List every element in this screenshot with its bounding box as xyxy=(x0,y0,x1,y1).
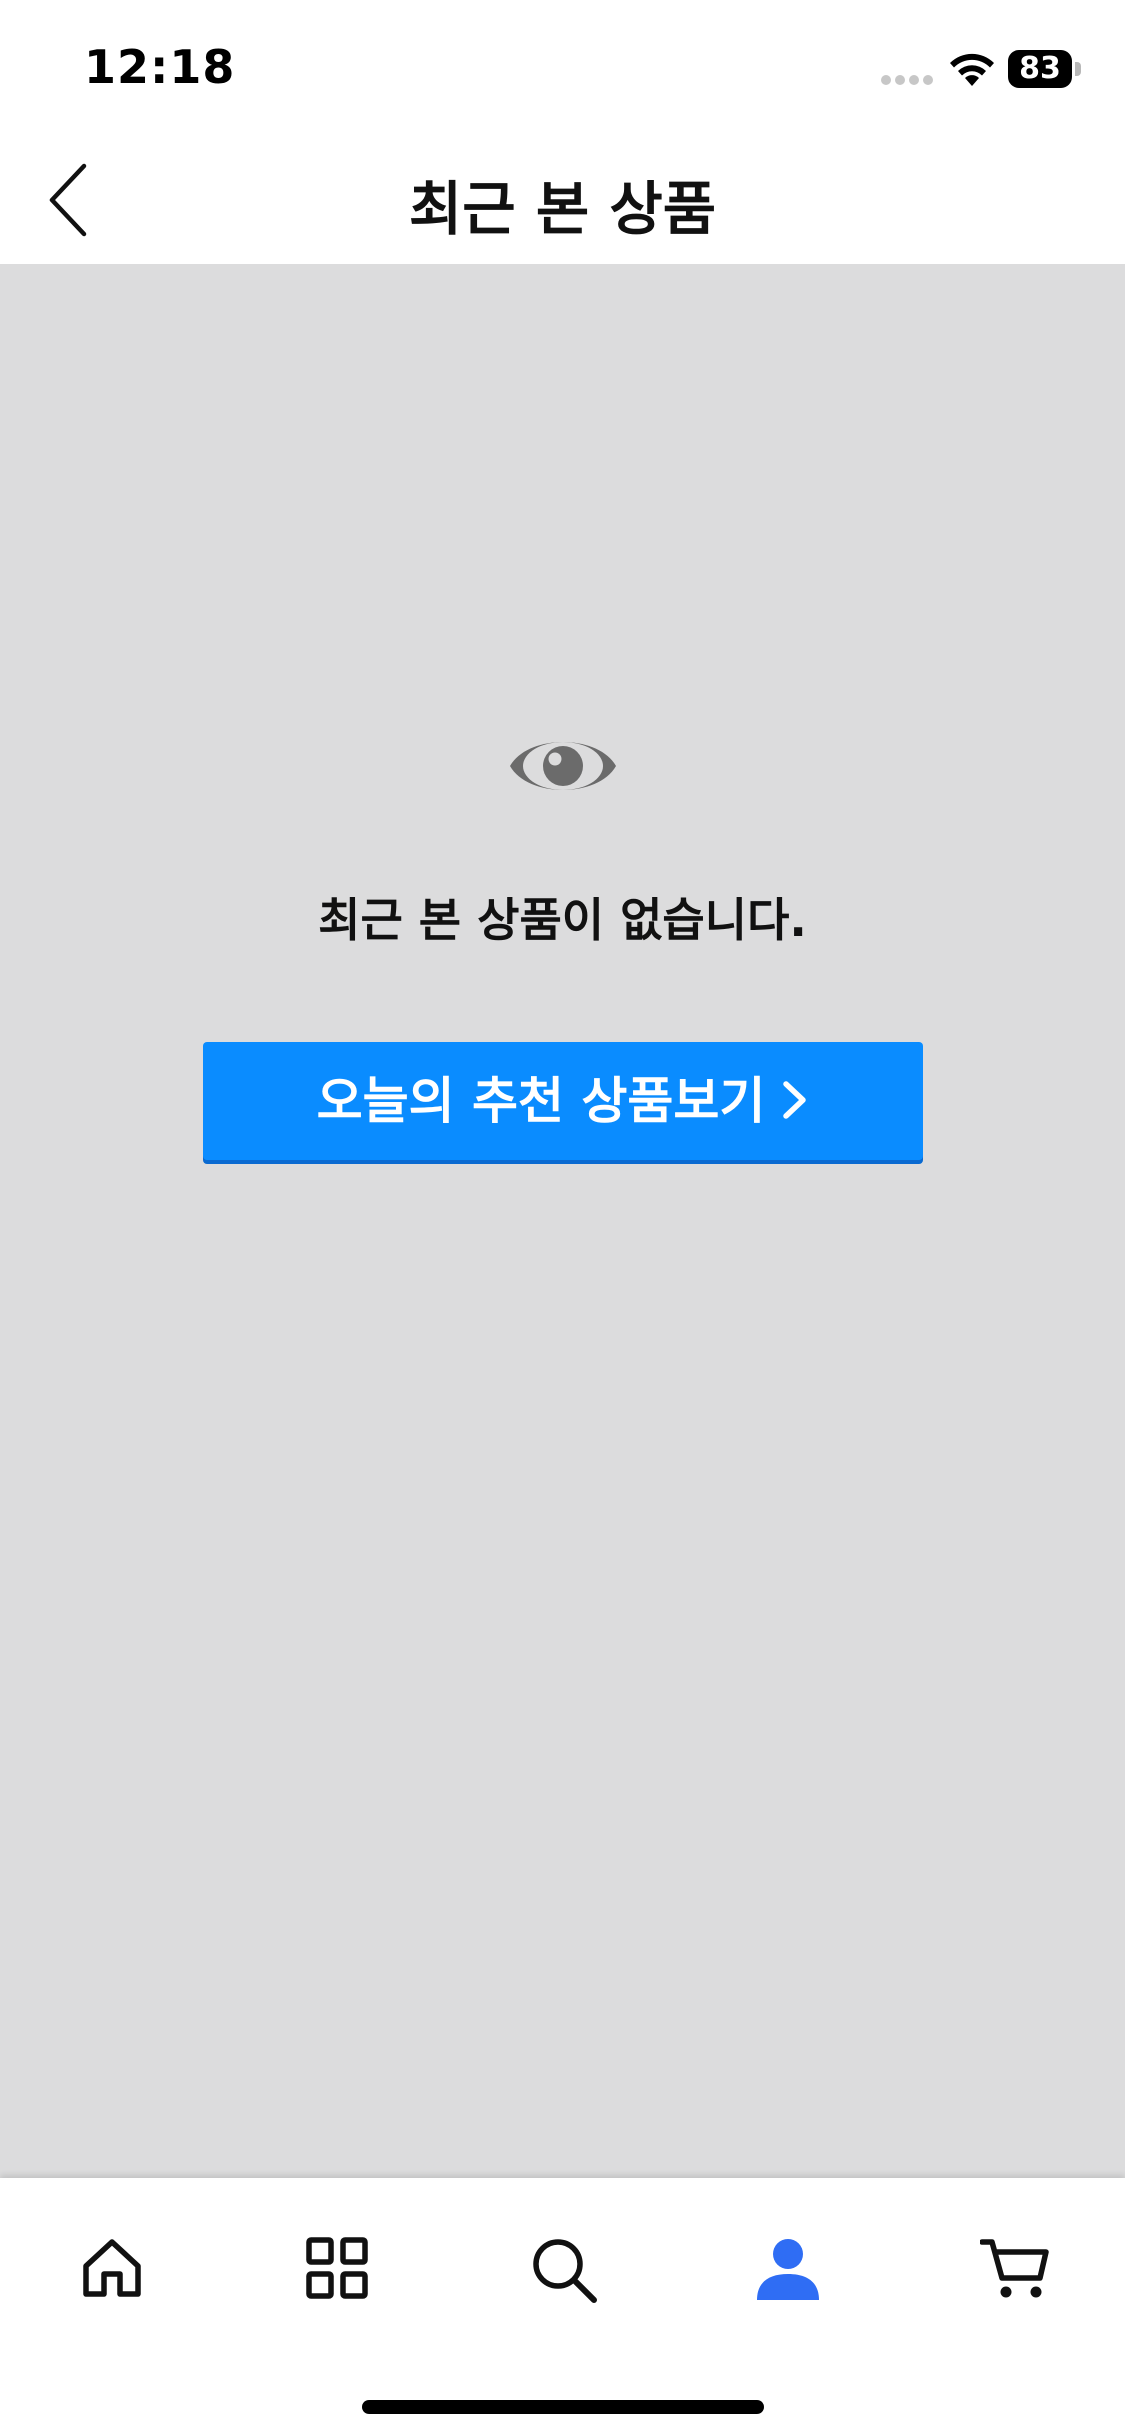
home-icon xyxy=(83,2239,141,2297)
battery-icon: 83 xyxy=(1008,50,1082,88)
recently-viewed-screen: 12:18 83 최근 본 상품 최근 본 상품이 없습니다. 오늘의 추천 상… xyxy=(0,0,1125,2436)
tab-my-page[interactable] xyxy=(727,2218,847,2328)
empty-message: 최근 본 상품이 없습니다. xyxy=(318,893,807,947)
cart-icon xyxy=(980,2239,1049,2298)
chevron-right-icon xyxy=(783,1080,807,1119)
battery-level: 83 xyxy=(1008,50,1072,88)
nav-header: 최근 본 상품 xyxy=(0,132,1125,264)
tab-categories[interactable] xyxy=(277,2218,397,2328)
grid-icon xyxy=(306,2237,368,2299)
empty-state-area: 최근 본 상품이 없습니다. 오늘의 추천 상품보기 xyxy=(0,264,1125,2178)
tab-home[interactable] xyxy=(52,2218,172,2328)
tab-cart[interactable] xyxy=(952,2218,1072,2328)
wifi-icon xyxy=(950,53,994,86)
status-time: 12:18 xyxy=(84,40,236,94)
person-icon xyxy=(757,2239,819,2300)
page-title: 최근 본 상품 xyxy=(408,175,717,243)
recommend-button-label: 오늘의 추천 상품보기 xyxy=(316,1072,766,1130)
eye-icon xyxy=(510,742,616,790)
home-indicator xyxy=(362,2400,764,2414)
battery-cap xyxy=(1075,62,1081,76)
search-icon xyxy=(533,2239,597,2303)
status-bar: 12:18 83 xyxy=(0,0,1125,132)
tab-search[interactable] xyxy=(502,2218,622,2328)
cellular-signal-icon xyxy=(881,75,933,85)
recommend-products-button[interactable]: 오늘의 추천 상품보기 xyxy=(203,1042,923,1160)
bottom-tab-bar xyxy=(0,2178,1125,2436)
